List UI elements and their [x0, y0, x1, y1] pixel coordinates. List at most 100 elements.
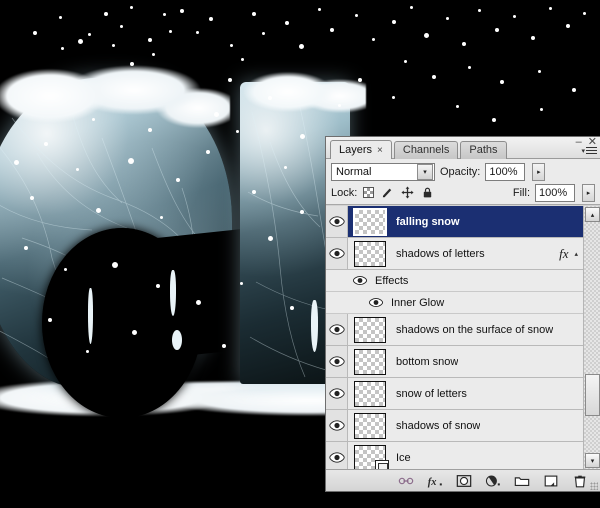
panel-menu-icon[interactable]: ▾ — [581, 147, 597, 156]
layer-name[interactable]: bottom snow — [396, 356, 458, 368]
new-group-icon[interactable] — [514, 473, 530, 489]
snowflake — [96, 208, 101, 213]
opacity-input[interactable]: 100% — [485, 162, 526, 181]
panel-tab-strip[interactable]: Layers × Channels Paths — [326, 137, 600, 159]
snowflake — [112, 262, 118, 268]
fill-slider-arrow[interactable]: ▸ — [582, 183, 595, 202]
minimize-icon[interactable]: – — [576, 137, 582, 148]
blend-mode-row[interactable]: Normal ▾ Opacity: 100% ▸ — [326, 159, 600, 183]
layer-name[interactable]: shadows of snow — [396, 420, 480, 432]
fill-input[interactable]: 100% — [535, 183, 575, 202]
blend-mode-value: Normal — [336, 165, 372, 178]
tab-close-icon[interactable]: × — [377, 145, 383, 156]
layer-name[interactable]: shadows on the surface of snow — [396, 324, 553, 336]
layer-thumbnail[interactable] — [354, 380, 386, 407]
layer-fx-badge[interactable]: fx — [559, 246, 568, 262]
snowflake — [492, 118, 496, 122]
lock-row[interactable]: Lock: Fill: 100% ▸ — [326, 183, 600, 205]
layer-list-scrollbar[interactable]: ▴ ▾ — [583, 206, 600, 469]
snowflake — [92, 118, 95, 121]
chevron-down-icon[interactable]: ▾ — [417, 163, 433, 180]
layer-list[interactable]: falling snow shadows of letters fx ▴ Eff… — [326, 205, 600, 469]
layer-row[interactable]: shadows of snow — [326, 410, 583, 442]
blend-mode-select[interactable]: Normal ▾ — [331, 162, 435, 181]
opacity-slider-arrow[interactable]: ▸ — [532, 162, 546, 181]
opacity-value: 100% — [489, 165, 518, 178]
tab-paths-label: Paths — [469, 144, 498, 156]
eye-icon — [328, 324, 345, 335]
icicle-drip-4 — [172, 330, 182, 350]
snowflake — [222, 344, 226, 348]
eye-icon[interactable] — [352, 275, 368, 286]
layer-thumbnail[interactable] — [354, 348, 386, 375]
snowflake — [148, 128, 152, 132]
layer-visibility-toggle[interactable] — [326, 206, 348, 237]
layer-thumbnail[interactable] — [354, 316, 386, 343]
layer-name[interactable]: falling snow — [396, 216, 460, 228]
lock-transparent-pixels-icon[interactable] — [363, 187, 375, 198]
svg-text:fx: fx — [428, 477, 437, 488]
tab-channels[interactable]: Channels — [393, 141, 459, 159]
layer-rows[interactable]: falling snow shadows of letters fx ▴ Eff… — [326, 206, 583, 469]
layer-visibility-toggle[interactable] — [326, 314, 348, 345]
eye-icon[interactable] — [368, 297, 384, 308]
layer-row[interactable]: Ice — [326, 442, 583, 469]
scroll-down-button[interactable]: ▾ — [585, 453, 600, 468]
lock-image-pixels-icon[interactable] — [381, 186, 394, 199]
snowflake — [495, 28, 499, 32]
snowflake — [112, 44, 115, 47]
link-layers-icon[interactable] — [398, 473, 414, 489]
layer-name[interactable]: shadows of letters — [396, 248, 485, 260]
lock-position-icon[interactable] — [401, 186, 414, 199]
window-controls[interactable]: – ✕ — [576, 137, 597, 148]
snowflake — [478, 9, 481, 12]
layer-thumbnail[interactable] — [354, 240, 386, 267]
fill-group[interactable]: Fill: 100% ▸ — [513, 183, 595, 202]
layer-row[interactable]: shadows on the surface of snow — [326, 314, 583, 346]
tab-paths[interactable]: Paths — [460, 141, 507, 159]
snowflake — [299, 44, 304, 49]
snowflake — [424, 33, 429, 38]
add-layer-mask-icon[interactable] — [456, 473, 472, 489]
layer-style-fx-icon[interactable]: fx — [427, 473, 443, 489]
layers-panel[interactable]: Layers × Channels Paths – ✕ ▾ Normal ▾ Op… — [325, 136, 600, 492]
layer-visibility-toggle[interactable] — [326, 410, 348, 441]
layer-visibility-toggle[interactable] — [326, 378, 348, 409]
scrollbar-thumb[interactable] — [585, 374, 600, 416]
snowflake — [392, 96, 395, 99]
new-adjustment-layer-icon[interactable] — [485, 473, 501, 489]
layer-visibility-toggle[interactable] — [326, 238, 348, 269]
eye-icon — [328, 216, 345, 227]
delete-layer-icon[interactable] — [572, 473, 588, 489]
snowflake — [285, 21, 289, 25]
chevron-up-icon[interactable]: ▴ — [574, 250, 578, 258]
new-layer-icon[interactable] — [543, 473, 559, 489]
layer-effect-item[interactable]: Inner Glow — [326, 292, 583, 314]
lock-all-icon[interactable] — [421, 186, 434, 199]
layer-name[interactable]: Ice — [396, 452, 411, 464]
snowflake — [410, 6, 413, 9]
layer-row[interactable]: bottom snow — [326, 346, 583, 378]
layer-row[interactable]: snow of letters — [326, 378, 583, 410]
snowflake — [86, 350, 89, 353]
snowflake — [330, 28, 334, 32]
layer-thumbnail[interactable] — [354, 412, 386, 439]
layer-visibility-toggle[interactable] — [326, 442, 348, 469]
layer-thumbnail[interactable] — [353, 207, 387, 236]
layer-thumbnail[interactable] — [354, 444, 389, 469]
snowflake — [262, 32, 265, 35]
layer-effects-group[interactable]: Effects — [326, 270, 583, 292]
close-icon[interactable]: ✕ — [588, 137, 597, 148]
layers-panel-footer[interactable]: fx — [326, 469, 600, 491]
layer-row[interactable]: shadows of letters fx ▴ — [326, 238, 583, 270]
lock-buttons[interactable] — [363, 186, 434, 199]
snowflake — [268, 236, 273, 241]
tab-layers[interactable]: Layers × — [330, 140, 392, 159]
layer-row[interactable]: falling snow — [326, 206, 583, 238]
snowflake — [196, 300, 201, 305]
resize-grip[interactable] — [590, 482, 598, 490]
layer-name[interactable]: snow of letters — [396, 388, 467, 400]
scroll-up-button[interactable]: ▴ — [585, 207, 600, 222]
snowflake — [268, 96, 272, 100]
layer-visibility-toggle[interactable] — [326, 346, 348, 377]
